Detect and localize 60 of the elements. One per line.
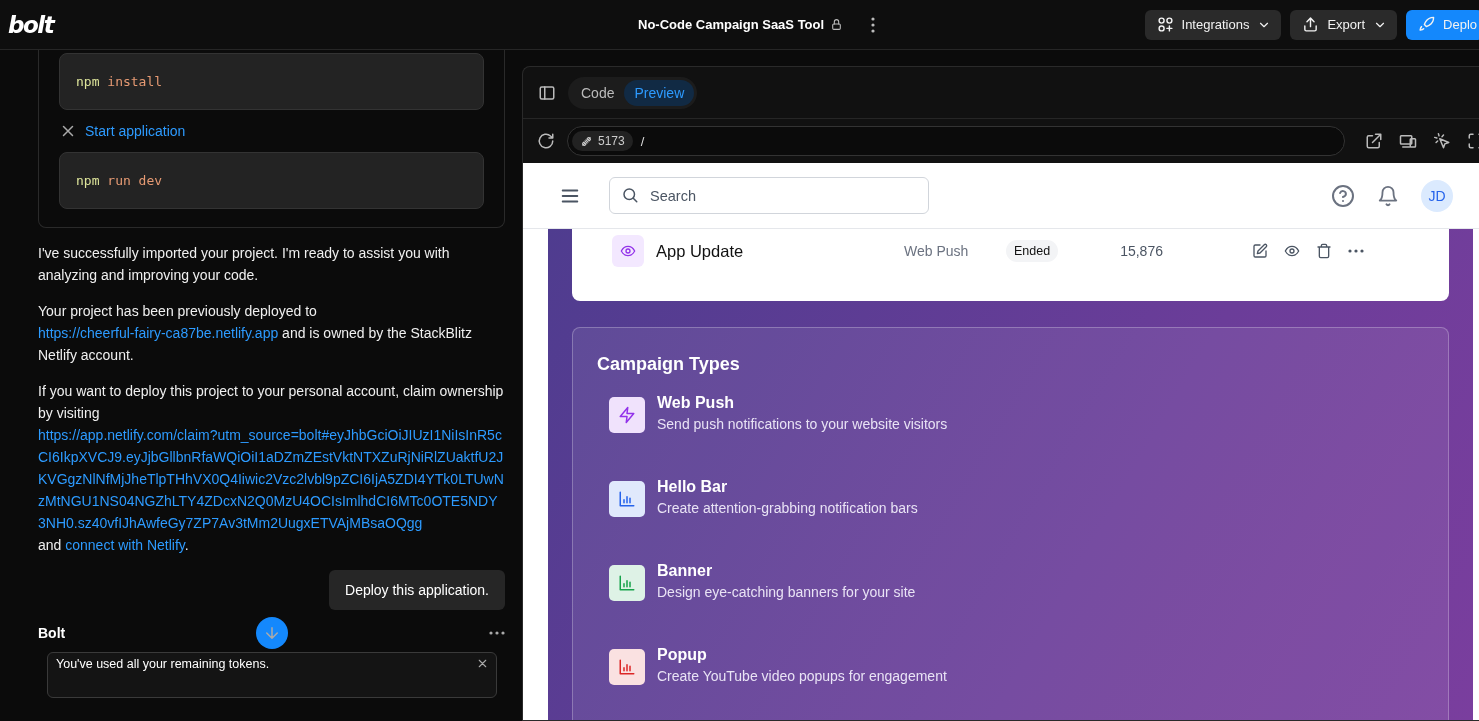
type-name: Banner <box>657 561 714 581</box>
more-icon <box>489 631 505 635</box>
close-icon <box>476 657 489 670</box>
upload-icon <box>1302 16 1320 33</box>
eye-icon <box>1284 243 1301 259</box>
command-block: npm install <box>59 53 484 110</box>
project-title: No-Code Campaign SaaS Tool <box>638 17 825 32</box>
type-name: Hello Bar <box>657 477 729 497</box>
status-badge: Ended <box>1006 240 1059 262</box>
pointer-icon <box>1433 132 1451 150</box>
export-button[interactable]: Export <box>1290 9 1398 40</box>
tab[interactable]: Preview <box>624 79 695 106</box>
type-description: Send push notifications to your website visitors <box>657 416 948 432</box>
type-name: Web Push <box>657 393 736 413</box>
type-description: Create attention-grabbing notification bars <box>657 500 918 516</box>
trash-icon <box>1316 243 1333 259</box>
search-field[interactable]: Search <box>609 177 929 214</box>
assistant-message: I've successfully imported your project. I'm ready to assist you with analyzing and improving your code. <box>38 244 451 285</box>
link[interactable]: https://cheerful-fairy-ca87be.netlify.app <box>38 325 279 341</box>
grid-icon <box>1156 16 1174 33</box>
campaign-type-item[interactable]: Hello Bar Create attention-grabbing notification bars <box>597 477 1424 521</box>
user-avatar[interactable]: JD <box>1421 179 1453 212</box>
tab[interactable]: Code <box>571 79 625 106</box>
type-description: Create YouTube video popups for engagement <box>657 668 947 684</box>
port-badge[interactable]: 5173 <box>572 131 633 151</box>
address-bar[interactable]: 5173 / <box>567 126 1345 156</box>
campaign-name: App Update <box>656 241 745 261</box>
search-icon <box>621 186 639 204</box>
campaign-type-item[interactable]: Popup Create YouTube video popups for engagement <box>597 645 1424 689</box>
bolt-logo[interactable]: bolt <box>8 11 54 38</box>
kebab-menu-icon <box>871 16 876 33</box>
command-block: npm run dev <box>59 152 484 209</box>
bell-icon <box>1377 184 1399 207</box>
scroll-down-button[interactable] <box>256 617 288 649</box>
assistant-message: If you want to deploy this project to your personal account, claim ownership by visiting https://app.netlify.com/claim?utm_source=bolt#eyJhbGciOiJIUzI1NiIsInR5cCI6IkpXVCJ9.eyJjbGllbnRfaWQiOiI1aDZmZEstVktNTXZuRjNiRlZUaktfU2JKVGgzNlNfMjJheTlpTHhVX0Q4Iiwic2Vzc2lvbl9pZCI6IjA5ZDI4YTk0LTUwNzMtNGU1NS04NGZhLTY4ZDcxN2Q0MzU4OCIsImlhdCI6MTc0OTE5NDY3NH0.sz40vfIJhAwfeGy7ZP7Av3tMm2UugxETVAjMBsaOQgg and connect with Netlify. <box>38 382 505 555</box>
devices-icon <box>1399 132 1417 150</box>
assistant-message: Your project has been previously deployed to https://cheerful-fairy-ca87be.netlify.app and is owned by the StackBlitz Netlify account. <box>38 302 473 365</box>
campaign-count: 15,876 <box>1120 243 1164 259</box>
user-message: Deploy this application. <box>329 570 505 610</box>
reload-icon <box>537 132 555 150</box>
campaign-type-item[interactable]: Banner Design eye-catching banners for your site <box>597 561 1424 605</box>
lock-icon <box>830 18 844 31</box>
responder-name: Bolt <box>38 625 66 641</box>
campaign-type-item[interactable]: Web Push Send push notifications to your website visitors <box>597 393 1424 437</box>
edit-icon <box>1252 243 1269 259</box>
link[interactable]: connect with Netlify <box>65 537 185 553</box>
notice-text: You've used all your remaining tokens. <box>56 657 270 673</box>
type-name: Popup <box>657 645 708 665</box>
step-link[interactable]: Start application <box>85 123 186 139</box>
help-icon <box>1331 183 1355 208</box>
arrow-down-icon <box>263 624 281 642</box>
eye-icon <box>620 243 636 259</box>
card-title: Campaign Types <box>597 354 741 375</box>
sidebar-toggle-icon <box>538 83 556 102</box>
integrations-button[interactable]: Integrations <box>1144 9 1282 40</box>
url-path: / <box>640 133 645 149</box>
external-link-icon <box>1365 132 1383 150</box>
type-description: Design eye-catching banners for your site <box>657 584 916 600</box>
more-icon <box>1348 249 1365 253</box>
campaign-type: Web Push <box>904 243 970 259</box>
